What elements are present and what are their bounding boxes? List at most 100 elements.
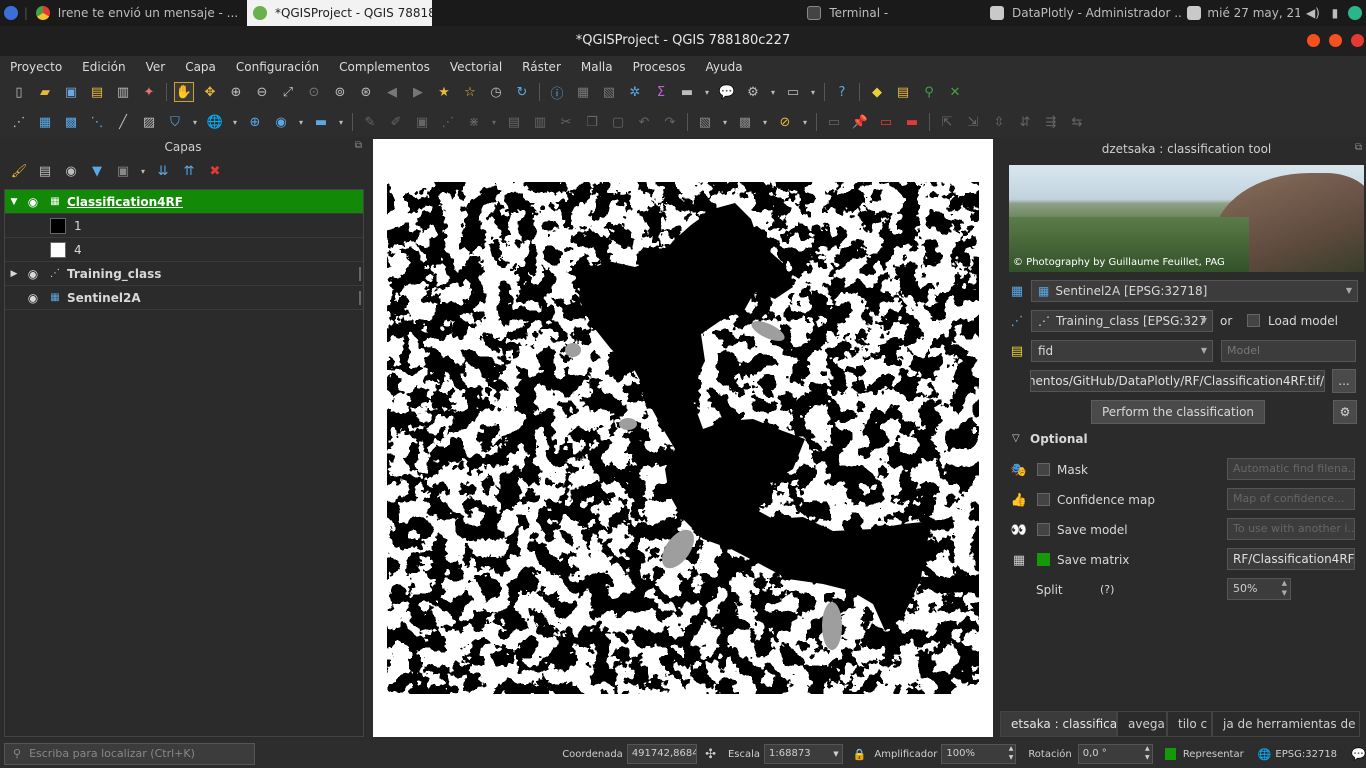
- manage-visibility-icon[interactable]: ◉: [61, 161, 81, 181]
- label-properties-icon[interactable]: ⇶: [1041, 112, 1061, 132]
- load-model-checkbox[interactable]: [1247, 314, 1260, 327]
- annotation-dropdown-icon[interactable]: ▾: [769, 82, 777, 102]
- label-edit-icon[interactable]: ⇆: [1067, 112, 1087, 132]
- menu-edicion[interactable]: Edición: [72, 60, 135, 74]
- filter-legend-icon[interactable]: ▼: [87, 161, 107, 181]
- statistics-sigma-icon[interactable]: Σ: [651, 82, 671, 102]
- menu-procesos[interactable]: Procesos: [623, 60, 696, 74]
- mask-input[interactable]: Automatic find filena...: [1227, 458, 1355, 480]
- layout-manager-icon[interactable]: ▥: [113, 82, 133, 102]
- show-bookmarks-icon[interactable]: ☆: [460, 82, 480, 102]
- identify-icon[interactable]: ⓘ: [547, 82, 567, 102]
- add-raster-icon[interactable]: ▦: [35, 112, 55, 132]
- rotation-spinbox[interactable]: 0,0 ° ▲ ▼: [1077, 744, 1153, 764]
- browse-button[interactable]: ...: [1332, 369, 1356, 393]
- zoom-full-icon[interactable]: ⤢: [278, 82, 298, 102]
- deselect-dropdown-icon[interactable]: ▾: [801, 112, 809, 132]
- save-edits-icon[interactable]: ▣: [412, 112, 432, 132]
- collapse-all-icon[interactable]: ⇈: [179, 161, 199, 181]
- zoom-next-icon[interactable]: ▶: [408, 82, 428, 102]
- taskbar-item-terminal[interactable]: Terminal -: [801, 0, 984, 26]
- add-line-icon[interactable]: ╱: [113, 112, 133, 132]
- tab-estilo[interactable]: tilo c: [1167, 711, 1212, 737]
- new-layer-icon[interactable]: ▬: [311, 112, 331, 132]
- text-annotation-icon[interactable]: ▭: [783, 82, 803, 102]
- pan-map-icon[interactable]: ✋: [174, 82, 194, 102]
- save-matrix-input[interactable]: RF/Classification4RF.csv: [1227, 548, 1355, 570]
- vector-combo[interactable]: ⋰ Training_class [EPSG:327 ▼: [1031, 310, 1213, 332]
- select-dropdown-icon[interactable]: ▾: [721, 112, 729, 132]
- crs-globe-icon[interactable]: 🌐: [1258, 748, 1272, 761]
- filter-dropdown-icon[interactable]: ▾: [139, 161, 147, 181]
- change-label-icon[interactable]: ⇳: [989, 112, 1009, 132]
- settings-button[interactable]: ⚙: [1333, 400, 1357, 424]
- filter-expression-icon[interactable]: ▣: [113, 161, 133, 181]
- menu-configuracion[interactable]: Configuración: [226, 60, 329, 74]
- label-tool-icon[interactable]: ▭: [824, 112, 844, 132]
- crs-label[interactable]: EPSG:32718: [1275, 749, 1337, 760]
- scale-combo[interactable]: 1:68873 ▼: [764, 744, 843, 764]
- add-vector-icon[interactable]: ⋱: [87, 112, 107, 132]
- zoom-selection-icon[interactable]: ⊙: [304, 82, 324, 102]
- python-console-icon[interactable]: ◆: [867, 82, 887, 102]
- db-manager-icon[interactable]: ▤: [893, 82, 913, 102]
- messages-icon[interactable]: 💬: [1351, 747, 1366, 761]
- open-styling-icon[interactable]: 🖌: [9, 161, 29, 181]
- output-path-input[interactable]: /Documentos/GitHub/DataPlotly/RF/Classif…: [1030, 370, 1325, 392]
- menu-complementos[interactable]: Complementos: [329, 60, 440, 74]
- save-project-icon[interactable]: ▣: [61, 82, 81, 102]
- paste-features-icon[interactable]: ▢: [608, 112, 628, 132]
- add-globe-dropdown-icon[interactable]: ▾: [231, 112, 239, 132]
- save-model-checkbox[interactable]: [1037, 523, 1050, 536]
- undo-icon[interactable]: ↶: [634, 112, 654, 132]
- select-value-dropdown-icon[interactable]: ▾: [761, 112, 769, 132]
- add-feature-icon[interactable]: ⋰: [438, 112, 458, 132]
- battery-icon[interactable]: ▮: [1326, 0, 1345, 26]
- tab-dzetsaka[interactable]: etsaka : classificat: [1000, 711, 1117, 737]
- redo-icon[interactable]: ↷: [660, 112, 680, 132]
- spin-arrows-icon[interactable]: ▲ ▼: [1282, 579, 1287, 598]
- save-matrix-checkbox[interactable]: [1037, 553, 1050, 566]
- maximize-button[interactable]: [1329, 34, 1342, 47]
- visibility-eye-icon[interactable]: ◉: [23, 195, 43, 209]
- lock-scale-icon[interactable]: 🔒: [853, 748, 867, 761]
- menu-raster[interactable]: Ráster: [512, 60, 571, 74]
- split-help-label[interactable]: (?): [1100, 583, 1114, 596]
- add-globe-icon[interactable]: 🌐: [205, 112, 225, 132]
- settings-gear-icon[interactable]: ✲: [625, 82, 645, 102]
- taskbar-item-files[interactable]: DataPlotly - Administrador ...: [984, 0, 1181, 26]
- add-layer-dropdown-icon[interactable]: ▾: [191, 112, 199, 132]
- search-plugin-icon[interactable]: ⚲: [919, 82, 939, 102]
- panel-undock-icon[interactable]: ⧉: [1355, 142, 1362, 153]
- map-canvas[interactable]: [373, 139, 993, 737]
- collapse-arrow-icon[interactable]: ▼: [5, 197, 23, 207]
- new-layer-dropdown-icon[interactable]: ▾: [337, 112, 345, 132]
- close-button[interactable]: [1351, 34, 1364, 47]
- label-abc-icon[interactable]: ▭: [876, 112, 896, 132]
- panel-undock-icon[interactable]: ⧉: [355, 140, 362, 151]
- show-hide-label-icon[interactable]: ⇵: [1015, 112, 1035, 132]
- vertex-tool-icon[interactable]: ⋇: [464, 112, 484, 132]
- magnifier-spinbox[interactable]: 100% ▲ ▼: [941, 744, 1017, 764]
- new-print-layout-icon[interactable]: ▤: [87, 82, 107, 102]
- mouse-coords-icon[interactable]: ✣: [705, 747, 716, 762]
- remove-layer-icon[interactable]: ✖: [205, 161, 225, 181]
- expand-arrow-icon[interactable]: ▶: [5, 269, 23, 279]
- pin-label-icon[interactable]: 📌: [850, 112, 870, 132]
- spin-arrows-icon[interactable]: ▲ ▼: [1009, 745, 1014, 762]
- add-wms-icon[interactable]: ▩: [61, 112, 81, 132]
- tools-icon[interactable]: ✕: [945, 82, 965, 102]
- modify-attributes-icon[interactable]: ▤: [504, 112, 524, 132]
- tab-processing-toolbox[interactable]: ja de herramientas de P: [1212, 711, 1360, 737]
- visibility-eye-icon[interactable]: ◉: [23, 291, 43, 305]
- deselect-all-icon[interactable]: ⊘: [775, 112, 795, 132]
- georeference-icon[interactable]: ⊕: [245, 112, 265, 132]
- label-abc-red-icon[interactable]: ▬: [902, 112, 922, 132]
- layer-classification4rf[interactable]: ▼ ◉ ▦ Classification4RF: [5, 190, 363, 214]
- new-bookmark-icon[interactable]: ★: [434, 82, 454, 102]
- add-group-icon[interactable]: ▤: [35, 161, 55, 181]
- volume-icon[interactable]: ◀): [1300, 0, 1326, 26]
- calendar-clock[interactable]: mié 27 may, 21:43: [1181, 0, 1300, 26]
- save-model-input[interactable]: To use with another i...: [1227, 518, 1355, 540]
- menu-malla[interactable]: Malla: [571, 60, 623, 74]
